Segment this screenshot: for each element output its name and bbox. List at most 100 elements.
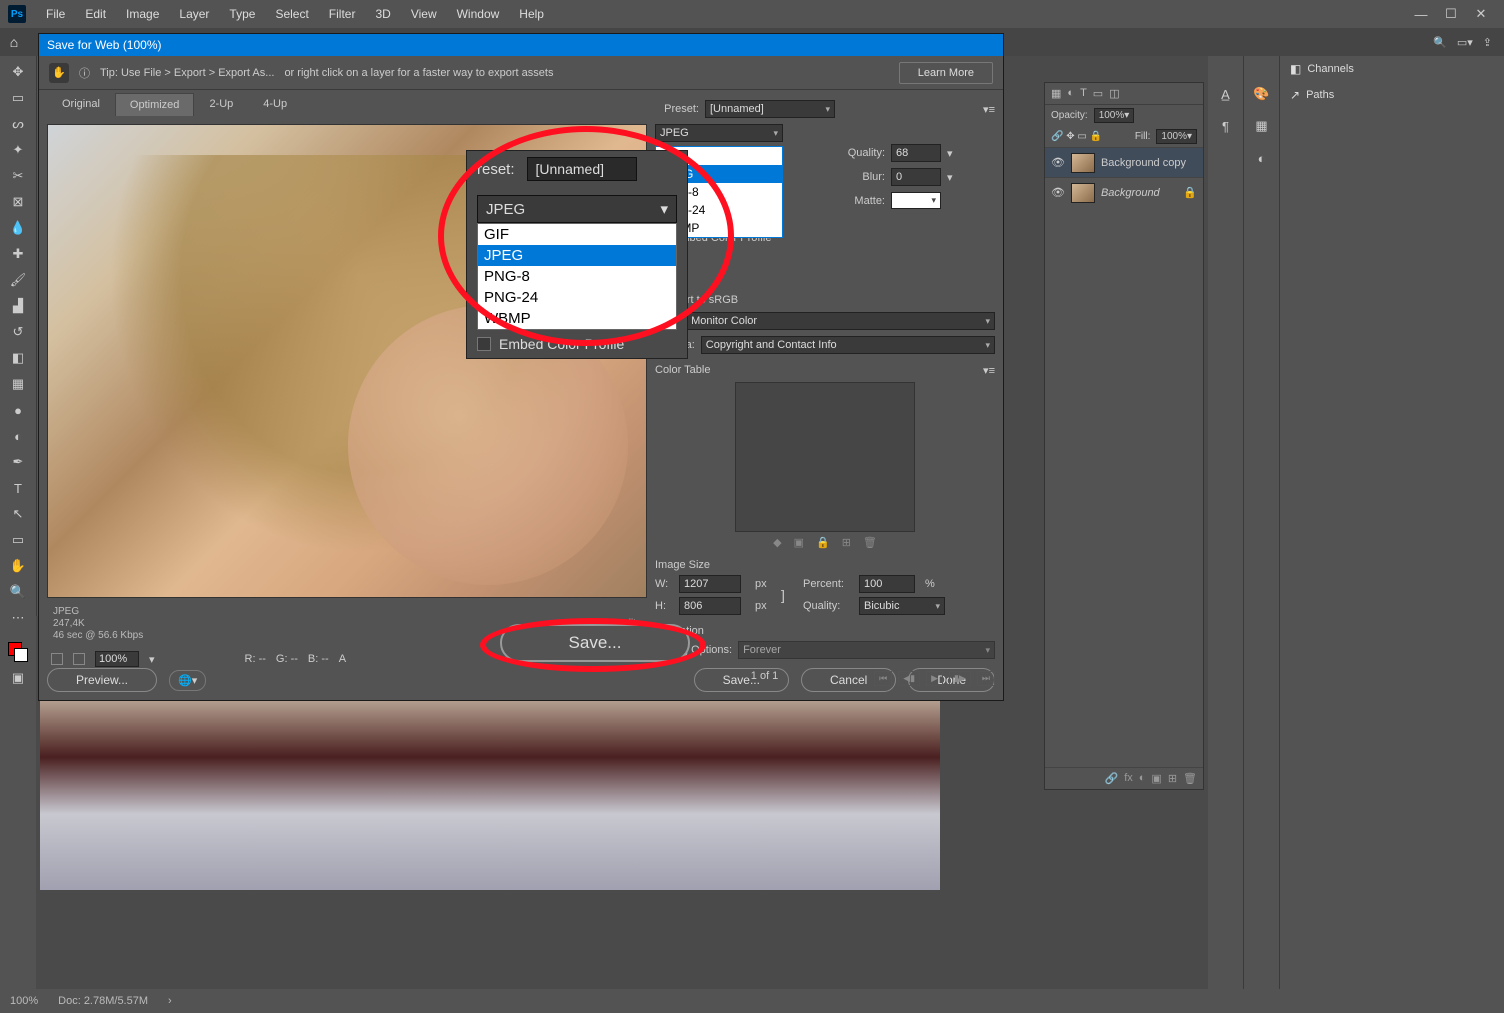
- channels-tab[interactable]: ◧Channels: [1280, 56, 1504, 82]
- wand-tool-icon[interactable]: ✦: [6, 140, 30, 160]
- last-frame-icon[interactable]: ⏭: [977, 671, 995, 686]
- anno-format-dropdown[interactable]: GIF JPEG PNG-8 PNG-24 WBMP: [477, 223, 677, 330]
- brush-tool-icon[interactable]: 🖌: [6, 270, 30, 290]
- anno-opt-gif[interactable]: GIF: [478, 224, 676, 245]
- menu-3d[interactable]: 3D: [365, 3, 400, 25]
- mask-icon[interactable]: ◐: [1139, 772, 1146, 785]
- filter-pixel-icon[interactable]: ▦: [1051, 87, 1061, 100]
- tab-optimized[interactable]: Optimized: [115, 93, 195, 116]
- fill-field[interactable]: 100%▾: [1156, 129, 1197, 144]
- menu-window[interactable]: Window: [447, 3, 510, 25]
- marquee-tool-icon[interactable]: ▭: [6, 88, 30, 108]
- menu-file[interactable]: File: [36, 3, 75, 25]
- tab-2up[interactable]: 2-Up: [194, 92, 248, 116]
- anno-format-select[interactable]: JPEG▾: [477, 195, 677, 223]
- search-icon[interactable]: 🔍: [1433, 36, 1447, 49]
- lasso-tool-icon[interactable]: ᔕ: [6, 114, 30, 134]
- menu-select[interactable]: Select: [265, 3, 318, 25]
- ct-icon-1[interactable]: ◆: [773, 536, 781, 549]
- layer-row-bgcopy[interactable]: 👁 Background copy: [1045, 147, 1203, 177]
- opacity-field[interactable]: 100%▾: [1094, 108, 1135, 123]
- ct-icon-2[interactable]: ▣: [794, 536, 804, 549]
- window-minimize-button[interactable]: —: [1408, 4, 1434, 24]
- resample-select[interactable]: Bicubic▾: [859, 597, 945, 615]
- paragraph-panel-icon[interactable]: ¶: [1214, 116, 1238, 136]
- window-maximize-button[interactable]: ☐: [1438, 4, 1464, 24]
- anno-opt-jpeg[interactable]: JPEG: [478, 245, 676, 266]
- ct-icon-4[interactable]: ⊞: [842, 536, 851, 549]
- hand-tool-icon[interactable]: ✋: [6, 556, 30, 576]
- stamp-tool-icon[interactable]: ▟: [6, 296, 30, 316]
- eyedropper-tool-icon[interactable]: 💧: [6, 218, 30, 238]
- folder-icon[interactable]: ▣: [1151, 772, 1161, 785]
- anno-opt-png24[interactable]: PNG-24: [478, 287, 676, 308]
- checkbox-2[interactable]: [73, 653, 85, 665]
- menu-type[interactable]: Type: [219, 3, 265, 25]
- checkbox-1[interactable]: [51, 653, 63, 665]
- home-icon[interactable]: ⌂: [0, 34, 28, 50]
- more-tools-icon[interactable]: ⋯: [6, 608, 30, 628]
- new-layer-icon[interactable]: ⊞: [1168, 772, 1177, 785]
- tab-original[interactable]: Original: [47, 92, 115, 116]
- blur-arrow-icon[interactable]: ▾: [947, 171, 953, 184]
- menu-view[interactable]: View: [401, 3, 447, 25]
- trash-icon[interactable]: 🗑: [1183, 772, 1197, 785]
- zoom-field[interactable]: [95, 651, 139, 667]
- zoom-tool-icon[interactable]: 🔍: [6, 582, 30, 602]
- eraser-tool-icon[interactable]: ◧: [6, 348, 30, 368]
- next-frame-icon[interactable]: ▮▶: [949, 671, 971, 686]
- percent-field[interactable]: [859, 575, 915, 593]
- anno-opt-wbmp[interactable]: WBMP: [478, 308, 676, 329]
- preview-button[interactable]: Preview...: [47, 668, 157, 692]
- zoom-arrow-icon[interactable]: ▾: [149, 653, 155, 666]
- hand-icon[interactable]: ✋: [49, 63, 69, 83]
- preset-select[interactable]: [Unnamed]▾: [705, 100, 835, 118]
- visibility-icon[interactable]: 👁: [1051, 186, 1065, 199]
- menu-layer[interactable]: Layer: [169, 3, 219, 25]
- swatch-fgbg[interactable]: [8, 642, 28, 662]
- ct-icon-3[interactable]: 🔒: [816, 536, 830, 549]
- share-icon[interactable]: ⇪: [1483, 36, 1492, 49]
- preview-select[interactable]: Monitor Color▾: [686, 312, 995, 330]
- filter-smart-icon[interactable]: ◫: [1109, 87, 1119, 100]
- status-zoom[interactable]: 100%: [10, 995, 38, 1007]
- move-tool-icon[interactable]: ✥: [6, 62, 30, 82]
- color-panel-icon[interactable]: 🎨: [1250, 84, 1274, 104]
- layer-row-bg[interactable]: 👁 Background 🔒: [1045, 177, 1203, 207]
- anno-preset-value[interactable]: [Unnamed]: [527, 157, 637, 181]
- visibility-icon[interactable]: 👁: [1051, 156, 1065, 169]
- filter-type-icon[interactable]: T: [1080, 87, 1087, 100]
- history-brush-icon[interactable]: ↺: [6, 322, 30, 342]
- frame-tool-icon[interactable]: ⊠: [6, 192, 30, 212]
- paths-tab[interactable]: ↗Paths: [1280, 82, 1504, 108]
- learn-more-button[interactable]: Learn More: [899, 62, 993, 84]
- colortable-menu-icon[interactable]: ▾≡: [983, 364, 995, 377]
- quality-arrow-icon[interactable]: ▾: [947, 147, 953, 160]
- pen-tool-icon[interactable]: ✒: [6, 452, 30, 472]
- menu-filter[interactable]: Filter: [319, 3, 366, 25]
- heal-tool-icon[interactable]: ✚: [6, 244, 30, 264]
- window-close-button[interactable]: ✕: [1468, 4, 1494, 24]
- gradient-tool-icon[interactable]: ▦: [6, 374, 30, 394]
- type-tool-icon[interactable]: T: [6, 478, 30, 498]
- menu-image[interactable]: Image: [116, 3, 169, 25]
- filter-adjust-icon[interactable]: ◐: [1067, 87, 1074, 100]
- dodge-tool-icon[interactable]: ◐: [6, 426, 30, 446]
- anno-opt-png8[interactable]: PNG-8: [478, 266, 676, 287]
- metadata-select[interactable]: Copyright and Contact Info▾: [701, 336, 995, 354]
- swatches-panel-icon[interactable]: ▦: [1250, 116, 1274, 136]
- adjustments-panel-icon[interactable]: ◐: [1250, 148, 1274, 168]
- play-icon[interactable]: ▶: [926, 671, 943, 686]
- browser-preview-icon[interactable]: 🌐▾: [169, 670, 206, 691]
- first-frame-icon[interactable]: ⏮: [874, 671, 892, 686]
- status-arrow-icon[interactable]: ›: [168, 995, 172, 1007]
- prev-frame-icon[interactable]: ◀▮: [898, 671, 920, 686]
- tab-4up[interactable]: 4-Up: [248, 92, 302, 116]
- fx-icon[interactable]: fx: [1124, 772, 1133, 785]
- height-field[interactable]: [679, 597, 741, 615]
- annotation-save-button[interactable]: Save...: [500, 624, 690, 662]
- menu-help[interactable]: Help: [509, 3, 554, 25]
- matte-swatch[interactable]: ▾: [891, 192, 941, 209]
- anno-embed-checkbox[interactable]: [477, 337, 491, 351]
- ct-icon-5[interactable]: 🗑: [863, 536, 877, 549]
